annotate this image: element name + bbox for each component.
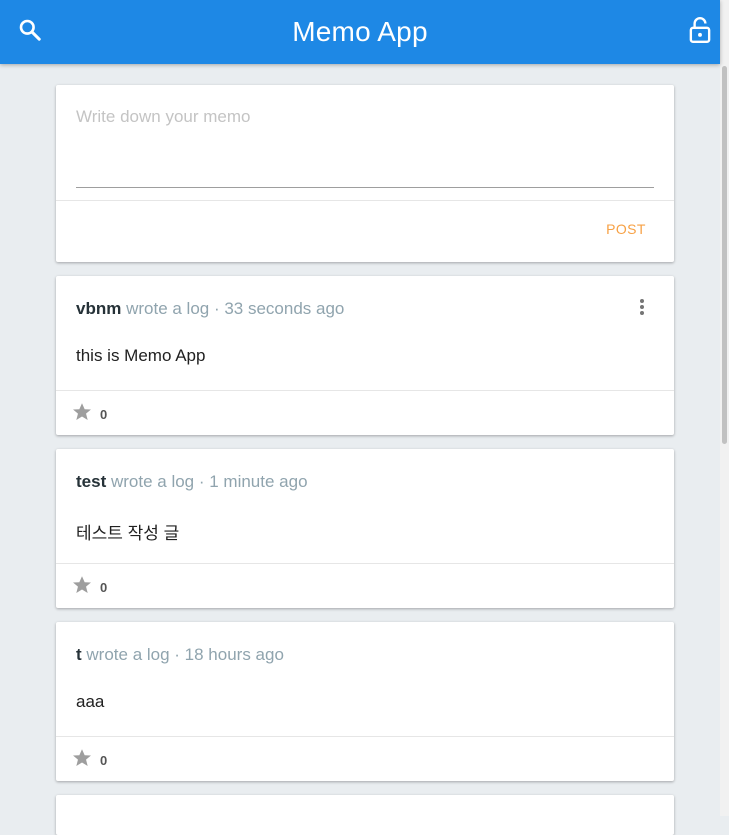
memo-header: t wrote a log · 18 hours ago: [76, 645, 284, 665]
lock-open-icon: [687, 16, 713, 49]
memo-header: test wrote a log · 1 minute ago: [76, 472, 308, 492]
memo-contents: aaa: [76, 692, 105, 711]
page-scrollbar[interactable]: [720, 0, 729, 816]
star-icon: [71, 401, 93, 428]
star-count: 0: [100, 407, 108, 422]
star-button[interactable]: [70, 402, 94, 426]
memo-username[interactable]: test: [76, 472, 106, 491]
star-icon: [71, 574, 93, 601]
post-button[interactable]: POST: [596, 221, 656, 241]
more-vert-icon: [639, 298, 645, 321]
memo-divider: [56, 736, 674, 737]
memo-username[interactable]: vbnm: [76, 299, 121, 318]
star-count: 0: [100, 580, 108, 595]
memo-meta: wrote a log · 1 minute ago: [110, 472, 308, 491]
memo-options-button[interactable]: [632, 298, 652, 320]
memo-card: [56, 795, 674, 835]
memo-divider: [56, 390, 674, 391]
app-title: Memo App: [292, 16, 428, 47]
memo-username[interactable]: t: [76, 645, 82, 664]
app-bar: Memo App: [0, 0, 720, 64]
search-icon: [17, 17, 43, 48]
memo-meta: wrote a log · 33 seconds ago: [126, 299, 345, 318]
memo-meta: wrote a log · 18 hours ago: [86, 645, 284, 664]
writer-divider: [56, 200, 674, 201]
memo-writer-card: POST: [56, 85, 674, 262]
memo-contents: this is Memo App: [76, 346, 206, 365]
memo-header: vbnm wrote a log · 33 seconds ago: [76, 299, 344, 319]
memo-card: test wrote a log · 1 minute ago 테스트 작성 글…: [56, 449, 674, 608]
search-button[interactable]: [14, 16, 46, 48]
lock-button[interactable]: [684, 16, 716, 48]
star-button[interactable]: [70, 748, 94, 772]
memo-contents: 테스트 작성 글: [76, 524, 180, 543]
star-icon: [71, 747, 93, 774]
star-count: 0: [100, 753, 108, 768]
memo-card: vbnm wrote a log · 33 seconds ago this i…: [56, 276, 674, 435]
star-button[interactable]: [70, 575, 94, 599]
memo-card: t wrote a log · 18 hours ago aaa 0: [56, 622, 674, 781]
scrollbar-thumb[interactable]: [722, 66, 727, 444]
memo-input[interactable]: [76, 103, 654, 188]
memo-divider: [56, 563, 674, 564]
